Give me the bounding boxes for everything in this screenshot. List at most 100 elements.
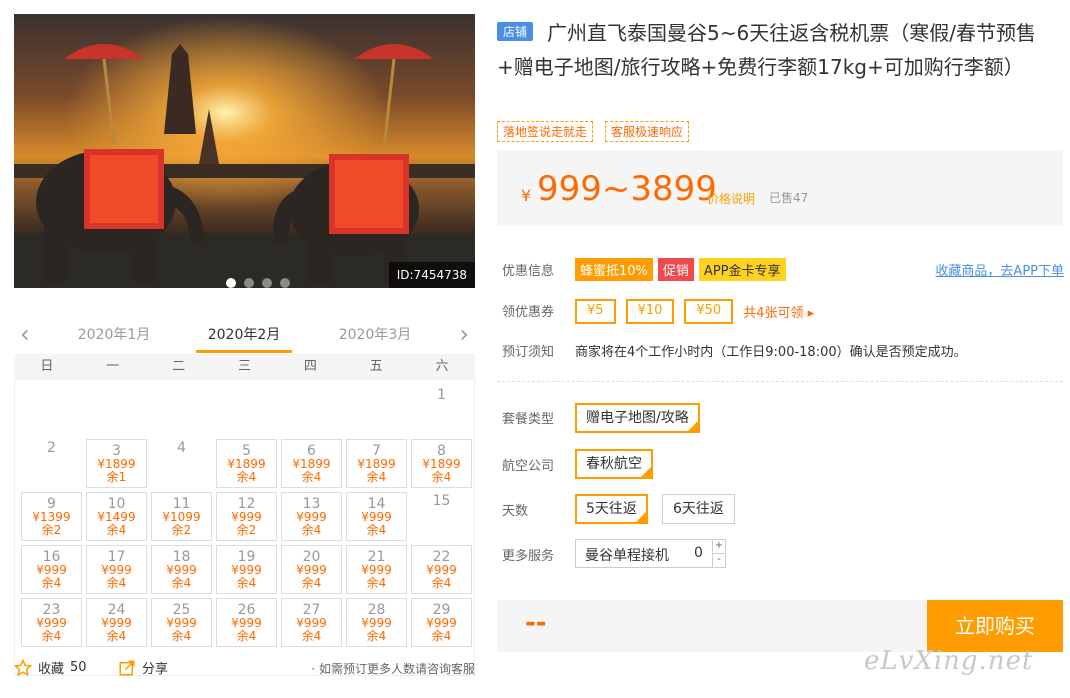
calendar-day[interactable]: 20 ¥999 余4 [281, 545, 342, 594]
day-number: 17 [107, 549, 126, 565]
coupon-10[interactable]: ¥10 [625, 299, 675, 324]
day-remaining: 余4 [171, 576, 192, 590]
coupon-50[interactable]: ¥50 [684, 299, 734, 324]
next-month-arrow-icon[interactable]: › [459, 322, 469, 346]
share-button[interactable]: 分享 [118, 658, 168, 677]
calendar-day[interactable]: 5 ¥1899 余4 [216, 439, 277, 488]
calendar-day[interactable]: 14 ¥999 余4 [346, 492, 407, 541]
day-number: 10 [107, 496, 126, 512]
calendar-day[interactable]: 22 ¥999 余4 [411, 545, 472, 594]
calendar-day: 4 [151, 439, 212, 488]
share-label: 分享 [142, 662, 169, 677]
calendar-day[interactable]: 27 ¥999 余4 [281, 598, 342, 647]
day-number: 1 [437, 387, 446, 403]
product-hero-image[interactable]: ID:7454738 [14, 14, 475, 288]
calendar-day[interactable]: 26 ¥999 余4 [216, 598, 277, 647]
day-remaining: 余4 [431, 576, 452, 590]
calendar-day[interactable]: 19 ¥999 余4 [216, 545, 277, 594]
calendar-day[interactable]: 21 ¥999 余4 [346, 545, 407, 594]
favorite-label: 收藏 [38, 662, 65, 677]
calendar-day[interactable]: 12 ¥999 余2 [216, 492, 277, 541]
day-number: 4 [177, 440, 186, 456]
group-booking-note: · 如需预订更多人数请咨询客服 [311, 662, 475, 676]
option-package-map-guide[interactable]: 赠电子地图/攻略 [575, 403, 700, 433]
tab-prev-month[interactable]: 2020年1月 [66, 324, 162, 344]
elephants-sunset-illustration [14, 14, 475, 288]
tab-current-month[interactable]: 2020年2月 [196, 324, 292, 353]
service-quantity-input[interactable]: 0 [694, 545, 703, 561]
coupon-more-link[interactable]: 共4张可领 ▸ [743, 302, 814, 321]
carousel-dot[interactable] [262, 278, 272, 288]
coupon-5[interactable]: ¥5 [575, 299, 616, 324]
calendar-grid: 1 2 3 ¥1899 余1 4 5 ¥1899 余4 6 ¥1899 余4 7 ¥1899 余4 8 ¥189… [14, 380, 475, 676]
promo-badge-app-gold: APP金卡专享 [698, 258, 786, 281]
price-box: ¥ 999~3899 价格说明 已售47 [497, 150, 1063, 225]
weekday-label: 三 [237, 359, 251, 374]
calendar-day[interactable]: 6 ¥1899 余4 [281, 439, 342, 488]
day-number: 21 [367, 549, 386, 565]
calendar-day[interactable]: 24 ¥999 余4 [86, 598, 147, 647]
days-label: 天数 [502, 504, 529, 519]
calendar-empty-cell [281, 386, 342, 435]
action-bar: 收藏 50 分享 · 如需预订更多人数请咨询客服 [14, 658, 475, 682]
carousel-dots[interactable] [226, 278, 290, 288]
decrement-button[interactable]: - [712, 554, 725, 568]
buy-now-button[interactable]: 立即购买 [927, 600, 1063, 652]
day-remaining: 余4 [106, 576, 127, 590]
calendar-day[interactable]: 10 ¥1499 余4 [86, 492, 147, 541]
prev-month-arrow-icon[interactable]: ‹ [20, 322, 30, 346]
option-days-5[interactable]: 5天往返 [575, 494, 648, 524]
weekday-label: 五 [369, 359, 383, 374]
shop-badge[interactable]: 店铺 [497, 22, 534, 41]
app-order-link[interactable]: 收藏商品，去APP下单 [935, 260, 1064, 279]
calendar-day[interactable]: 8 ¥1899 余4 [411, 439, 472, 488]
price-range: 999~3899 [537, 169, 717, 209]
day-number: 9 [47, 496, 56, 512]
calendar-day[interactable]: 11 ¥1099 余2 [151, 492, 212, 541]
day-number: 29 [432, 602, 451, 618]
day-number: 12 [237, 496, 256, 512]
weekday-label: 日 [40, 359, 54, 374]
carousel-dot[interactable] [226, 278, 236, 288]
calendar-day[interactable]: 18 ¥999 余4 [151, 545, 212, 594]
option-airline-spring[interactable]: 春秋航空 [575, 449, 653, 479]
day-remaining: 余4 [41, 576, 62, 590]
tab-next-month[interactable]: 2020年3月 [327, 324, 423, 344]
day-remaining: 余4 [366, 470, 387, 484]
calendar-day: 15 [411, 492, 472, 541]
calendar-day[interactable]: 9 ¥1399 余2 [21, 492, 82, 541]
product-tag: 落地签说走就走 [497, 121, 594, 142]
calendar-day: 2 [21, 439, 82, 488]
carousel-dot[interactable] [280, 278, 290, 288]
calendar-day[interactable]: 29 ¥999 余4 [411, 598, 472, 647]
calendar-day[interactable]: 16 ¥999 余4 [21, 545, 82, 594]
calendar-day[interactable]: 17 ¥999 余4 [86, 545, 147, 594]
weekday-label: 一 [106, 359, 120, 374]
day-number: 28 [367, 602, 386, 618]
option-days-6[interactable]: 6天往返 [662, 494, 735, 524]
day-number: 13 [302, 496, 321, 512]
promo-label: 优惠信息 [502, 264, 555, 279]
calendar-day[interactable]: 13 ¥999 余4 [281, 492, 342, 541]
promo-badge-sale: 促销 [657, 258, 694, 281]
day-remaining: 余4 [236, 470, 257, 484]
day-remaining: 余2 [41, 523, 62, 537]
favorite-button[interactable]: 收藏 50 [14, 658, 87, 677]
day-remaining: 余4 [366, 523, 387, 537]
calendar-day[interactable]: 7 ¥1899 余4 [346, 439, 407, 488]
calendar-empty-cell [346, 386, 407, 435]
day-remaining: 余4 [431, 629, 452, 643]
calendar-day[interactable]: 28 ¥999 余4 [346, 598, 407, 647]
service-quantity-stepper: 曼谷单程接机 0 + - [575, 539, 726, 568]
carousel-dot[interactable] [244, 278, 254, 288]
calendar-day[interactable]: 25 ¥999 余4 [151, 598, 212, 647]
day-remaining: 余2 [171, 523, 192, 537]
price-explain-link[interactable]: 价格说明 [707, 190, 755, 207]
day-number: 3 [112, 443, 121, 459]
calendar-day[interactable]: 23 ¥999 余4 [21, 598, 82, 647]
day-remaining: 余4 [301, 629, 322, 643]
calendar-day[interactable]: 3 ¥1899 余1 [86, 439, 147, 488]
coupon-label: 领优惠券 [502, 305, 555, 320]
increment-button[interactable]: + [712, 540, 725, 554]
day-remaining: 余4 [236, 576, 257, 590]
